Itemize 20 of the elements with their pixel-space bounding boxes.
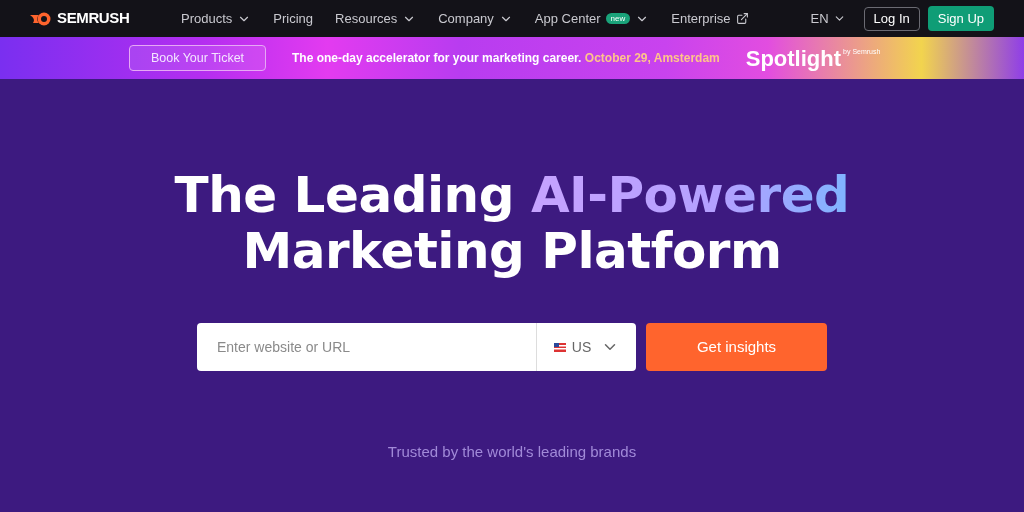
new-badge: new: [605, 13, 631, 24]
book-ticket-button[interactable]: Book Your Ticket: [129, 45, 266, 71]
external-link-icon: [735, 12, 749, 25]
banner-text: The one-day accelerator for your marketing career. October 29, Amsterdam: [292, 50, 720, 67]
url-input-field[interactable]: Enter website or URL: [197, 323, 536, 371]
nav-link[interactable]: App Center new: [534, 8, 650, 29]
nav-link[interactable]: Pricing: [273, 8, 314, 29]
language-selector[interactable]: EN: [810, 8, 846, 29]
login-button[interactable]: Log In: [863, 6, 920, 31]
nav-link[interactable]: Resources: [335, 8, 417, 29]
nav-link[interactable]: Products: [181, 8, 252, 29]
nav-link[interactable]: Enterprise: [671, 8, 749, 29]
logo-wordmark[interactable]: SEMRUSH: [57, 7, 130, 30]
spotlight-logo: Spotlight: [745, 44, 842, 73]
logo-icon[interactable]: [30, 11, 52, 26]
hero-heading: The Leading AI-Powered Marketing Platform: [174, 167, 850, 279]
country-selector[interactable]: US: [536, 323, 636, 371]
trusted-brands-text: Trusted by the world's leading brands: [387, 442, 637, 462]
flag-icon: [553, 342, 566, 352]
nav-link[interactable]: Company: [438, 8, 513, 29]
